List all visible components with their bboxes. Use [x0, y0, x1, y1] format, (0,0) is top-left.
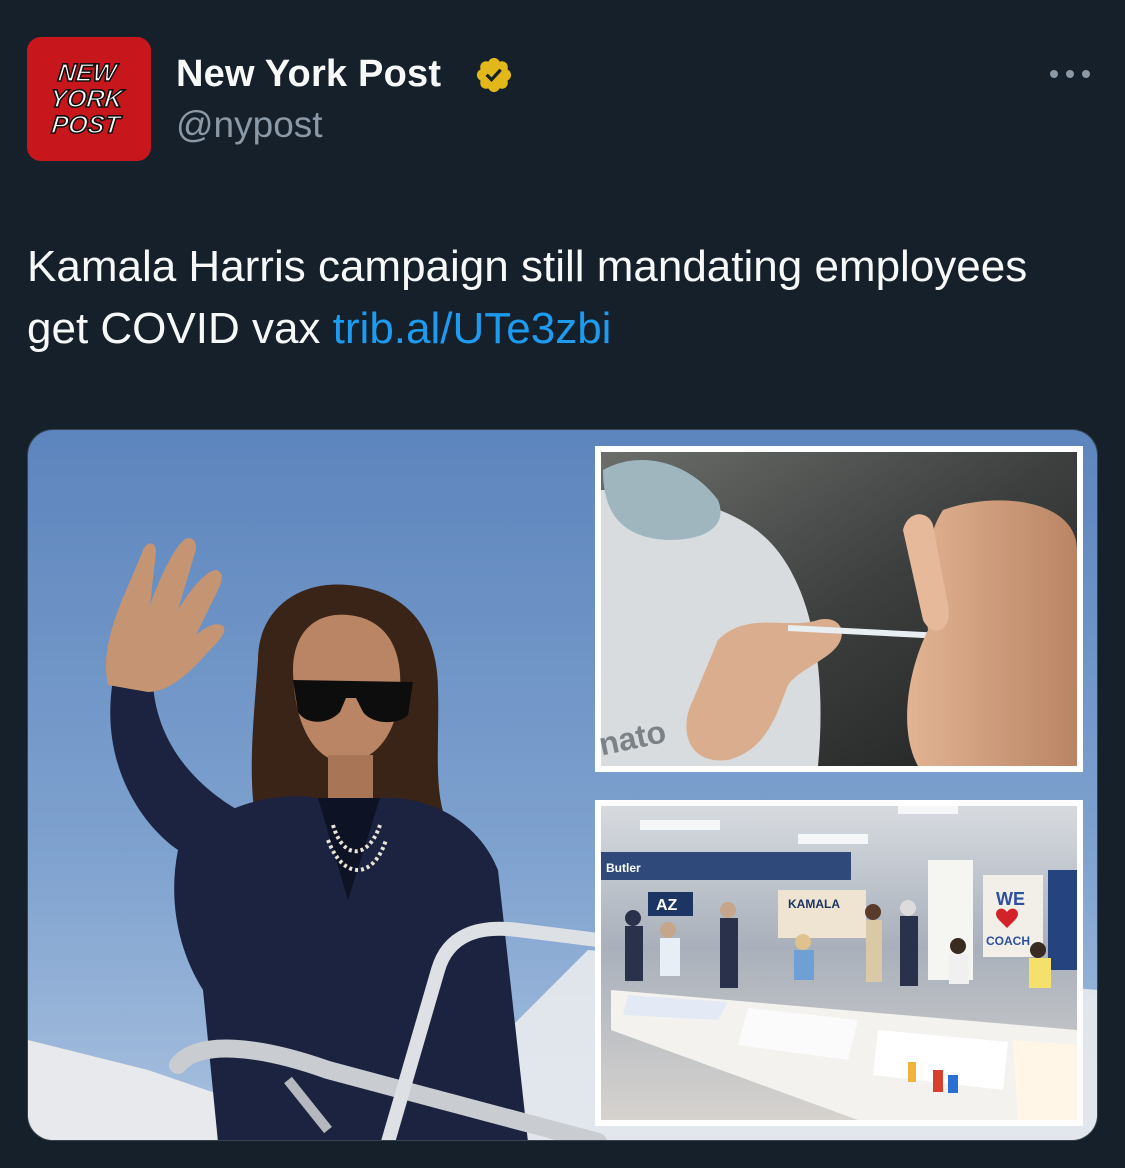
display-name[interactable]: New York Post [176, 50, 441, 98]
sign-kamala: KAMALA [788, 897, 840, 911]
sign-coach: COACH [986, 934, 1030, 948]
logo-line-1: NEW [57, 59, 121, 87]
more-horizontal-icon[interactable] [1046, 60, 1094, 88]
handle[interactable]: @nypost [176, 102, 323, 148]
tweet-link[interactable]: trib.al/UTe3zbi [333, 304, 612, 353]
sign-we: WE [996, 889, 1025, 909]
nypost-logo: NEW YORK POST [27, 37, 151, 161]
avatar[interactable]: NEW YORK POST [27, 37, 151, 161]
tweet: NEW YORK POST New York Post @nypost Kama… [0, 0, 1125, 1168]
inset-campaign-office: Butler AZ KAMALA WE COACH [595, 800, 1083, 1126]
inset-vaccination: nato [595, 446, 1083, 772]
logo-line-2: YORK [49, 85, 126, 113]
tweet-media[interactable]: nato Butler AZ KAMALA WE COACH [27, 429, 1098, 1141]
logo-line-3: POST [50, 111, 124, 139]
banner-az: AZ [656, 897, 678, 914]
media-image: nato Butler AZ KAMALA WE COACH [28, 430, 1097, 1140]
tweet-text: Kamala Harris campaign still mandating e… [27, 236, 1097, 360]
verified-badge-icon [476, 57, 512, 93]
banner-butler: Butler [606, 861, 641, 875]
